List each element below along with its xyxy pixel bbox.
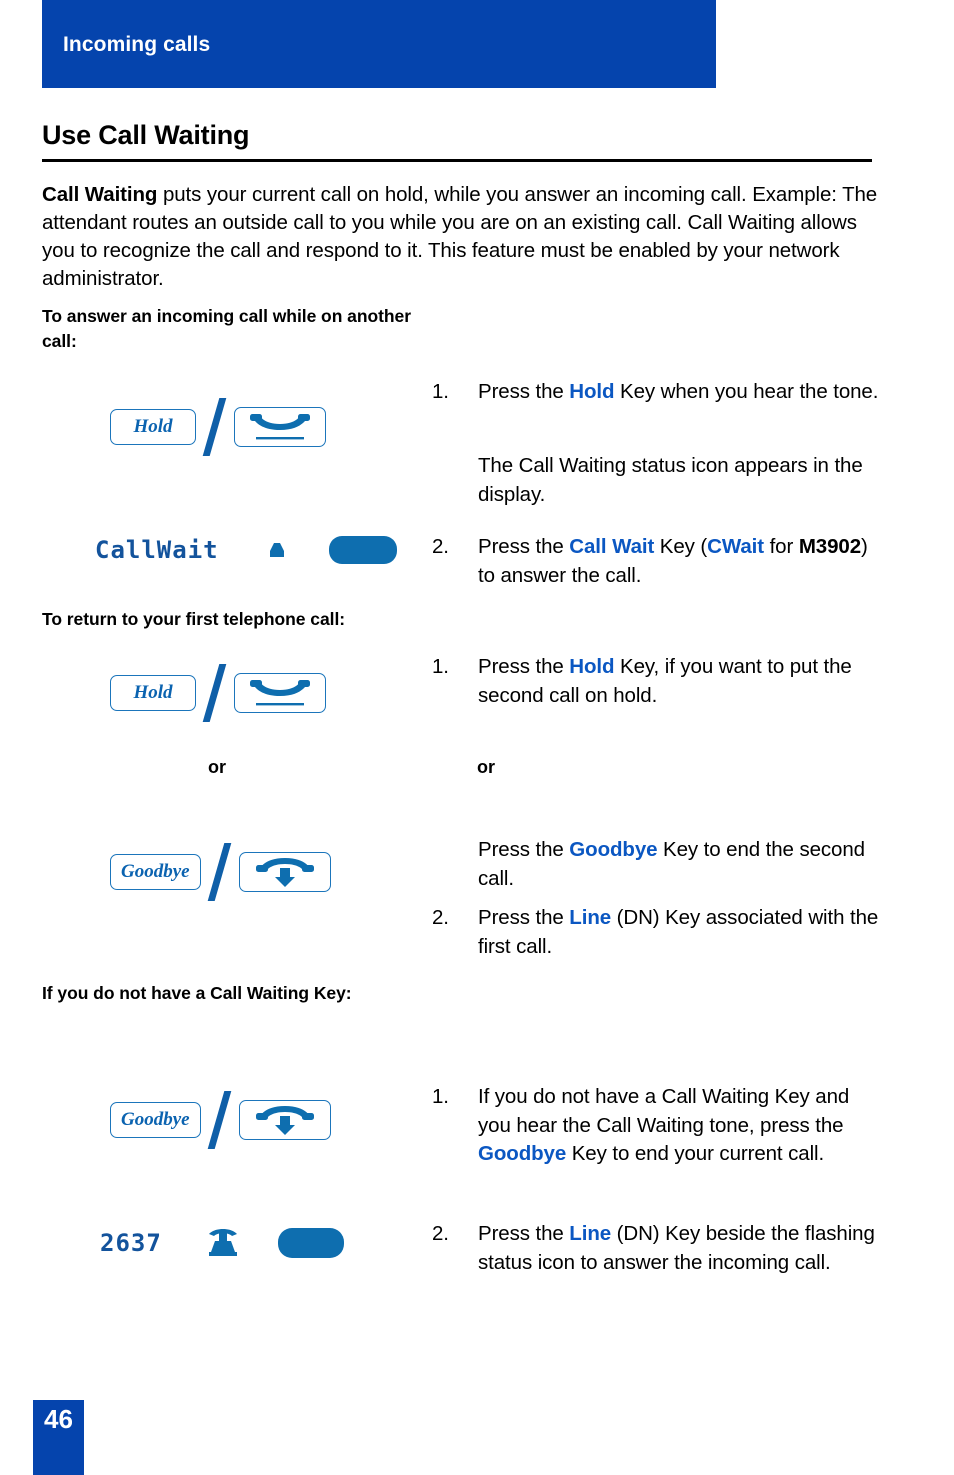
page-number: 46 (44, 1404, 73, 1434)
hold-key-button[interactable]: Hold (110, 409, 196, 445)
goodbye-key-label-2: Goodbye (121, 1109, 190, 1130)
intro-lead: Call Waiting (42, 183, 158, 206)
key-group-hold-handset-2: Hold (110, 664, 326, 722)
step-item: The Call Waiting status icon appears in … (432, 452, 882, 509)
handset-key-button-2[interactable] (234, 673, 326, 713)
handset-icon (250, 414, 310, 440)
hangup-key-button[interactable] (238, 852, 331, 892)
handset-icon (250, 680, 310, 706)
or-separator-left: or (208, 757, 226, 777)
step-text: Press the Goodbye Key to end the second … (478, 838, 865, 890)
key-group-goodbye-hangup-1: Goodbye (110, 843, 331, 901)
subhead-return-to-first-call: To return to your first telephone call: (42, 609, 346, 629)
intro-paragraph: Call Waiting puts your current call on h… (42, 181, 878, 293)
handset-key-button[interactable] (234, 407, 326, 447)
step-text: If you do not have a Call Waiting Key an… (478, 1085, 850, 1165)
lcd-display-callwait: CallWait (95, 536, 397, 564)
intro-body: puts your current call on hold, while yo… (42, 183, 878, 290)
section-header-title: Incoming calls (63, 33, 211, 56)
step-text: Press the Hold Key when you hear the ton… (478, 380, 879, 403)
key-group-hold-handset-1: Hold (110, 398, 326, 456)
call-waiting-status-icon (269, 543, 284, 557)
step-text: Press the Hold Key, if you want to put t… (478, 655, 852, 707)
step-number: 2. (432, 906, 449, 929)
step-item: 2. Press the Line (DN) Key beside the fl… (432, 1220, 882, 1277)
page-title: Use Call Waiting (42, 120, 250, 150)
subhead-answer-while-on-another-call: To answer an incoming call while on anot… (42, 306, 411, 351)
lcd-display-dn: 2637 (100, 1228, 344, 1258)
or-slash-divider-3 (201, 843, 239, 901)
hangup-handset-down-arrow-icon (255, 1106, 314, 1135)
subhead-no-call-waiting-key: If you do not have a Call Waiting Key: (42, 983, 352, 1003)
step-number: 2. (432, 535, 449, 558)
step-text: Press the Line (DN) Key beside the flash… (478, 1222, 875, 1274)
hold-key-button-2[interactable]: Hold (110, 675, 196, 711)
line-dn-key-indicator-2[interactable] (277, 1228, 344, 1258)
step-number: 1. (432, 380, 449, 403)
goodbye-key-label: Goodbye (121, 861, 190, 882)
or-slash-divider-4 (201, 1091, 239, 1149)
or-slash-divider (196, 398, 234, 456)
or-slash-divider-2 (196, 664, 234, 722)
key-group-goodbye-hangup-2: Goodbye (110, 1091, 331, 1149)
title-underline-rule (42, 159, 872, 162)
step-text: The Call Waiting status icon appears in … (478, 454, 863, 506)
lcd-callwait-text: CallWait (95, 536, 219, 564)
step-item: 1. If you do not have a Call Waiting Key… (432, 1083, 882, 1169)
hangup-key-button-2[interactable] (238, 1100, 331, 1140)
hold-key-label-2: Hold (133, 682, 173, 703)
step-item: 2. Press the Line (DN) Key associated wi… (432, 904, 882, 961)
step-item: 1. Press the Hold Key, if you want to pu… (432, 653, 882, 710)
goodbye-key-button-2[interactable]: Goodbye (110, 1102, 201, 1138)
or-separator-right: or (477, 757, 495, 777)
step-item: Press the Goodbye Key to end the second … (432, 836, 882, 893)
hangup-handset-down-arrow-icon (255, 858, 314, 887)
lcd-dn-text: 2637 (100, 1229, 162, 1257)
step-item: 2. Press the Call Wait Key (CWait for M3… (432, 533, 882, 590)
hold-key-label: Hold (133, 416, 173, 437)
goodbye-key-button[interactable]: Goodbye (110, 854, 201, 890)
step-number: 1. (432, 655, 449, 678)
line-dn-key-indicator[interactable] (328, 536, 397, 564)
step-number: 1. (432, 1085, 449, 1108)
step-number: 2. (432, 1222, 449, 1245)
step-text: Press the Call Wait Key (CWait for M3902… (478, 535, 868, 587)
step-text: Press the Line (DN) Key associated with … (478, 906, 879, 958)
step-item: 1. Press the Hold Key when you hear the … (432, 378, 882, 407)
ringing-telephone-status-icon (208, 1229, 237, 1256)
